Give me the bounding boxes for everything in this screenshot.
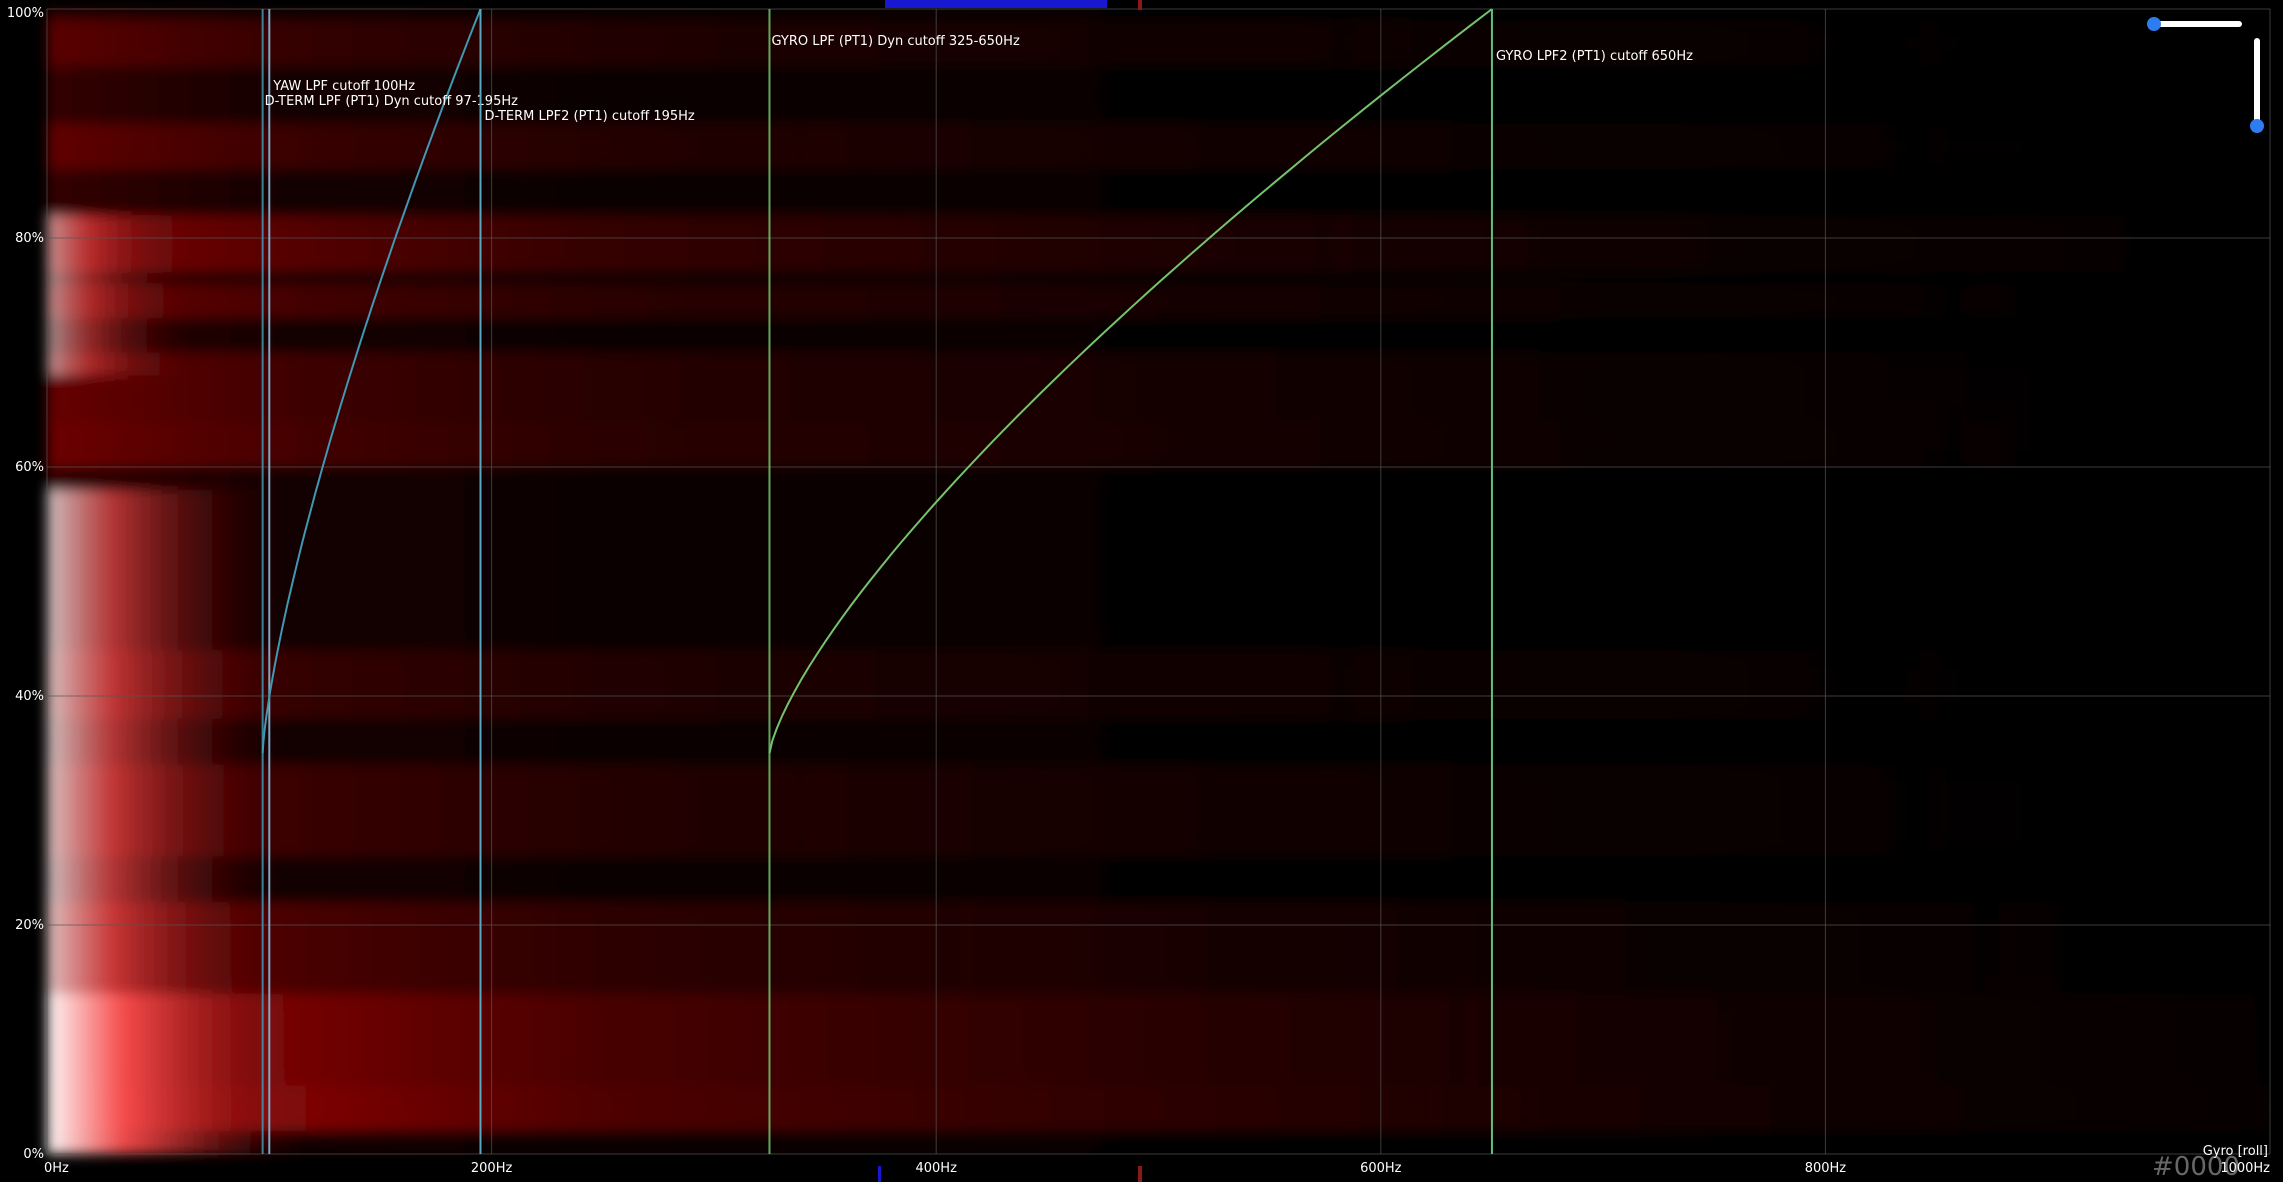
slider-thumb-icon[interactable]	[2147, 17, 2161, 31]
y-tick-label: 80%	[15, 231, 44, 246]
filter-label: YAW LPF cutoff 100Hz	[272, 79, 415, 94]
heat-band	[47, 352, 2270, 422]
y-tick-label: 0%	[23, 1147, 44, 1162]
filter-label: GYRO LPF (PT1) Dyn cutoff 325-650Hz	[771, 34, 1019, 49]
heat-lowfreq-upper	[47, 215, 187, 376]
y-tick-label: 100%	[7, 6, 44, 21]
slider-thumb-icon[interactable]	[2250, 119, 2264, 133]
heat-band	[47, 20, 2270, 67]
watermark: #0000	[2152, 1152, 2240, 1182]
heat-lowfreq-bottom	[47, 993, 307, 1154]
x-tick-label: 800Hz	[1805, 1161, 1847, 1176]
heat-band	[47, 650, 2270, 719]
spectrogram-chart: YAW LPF cutoff 100HzD-TERM LPF (PT1) Dyn…	[0, 0, 2283, 1182]
top-position-marker	[1138, 0, 1142, 10]
x-tick-label: 200Hz	[471, 1161, 513, 1176]
bottom-position-marker	[878, 1166, 881, 1182]
x-tick-label: 0Hz	[44, 1161, 69, 1176]
filter-label: GYRO LPF2 (PT1) cutoff 650Hz	[1496, 49, 1693, 64]
x-tick-label: 400Hz	[915, 1161, 957, 1176]
heat-band	[47, 993, 2270, 1086]
heat-band	[47, 215, 2270, 273]
y-tick-label: 40%	[15, 689, 44, 704]
y-tick-label: 20%	[15, 918, 44, 933]
heat-band	[47, 421, 2270, 467]
heat-band	[47, 1085, 2270, 1132]
heat-band	[47, 283, 2270, 319]
filter-label: D-TERM LPF2 (PT1) cutoff 195Hz	[484, 109, 694, 124]
bottom-cursor-marker	[1138, 1166, 1142, 1182]
heat-band	[47, 764, 2270, 857]
heat-band	[47, 123, 2270, 170]
y-tick-label: 60%	[15, 460, 44, 475]
heat-band	[47, 902, 2270, 994]
x-tick-label: 600Hz	[1360, 1161, 1402, 1176]
heatmap-layer	[47, 9, 2270, 1154]
top-progress-marker	[885, 0, 1107, 8]
